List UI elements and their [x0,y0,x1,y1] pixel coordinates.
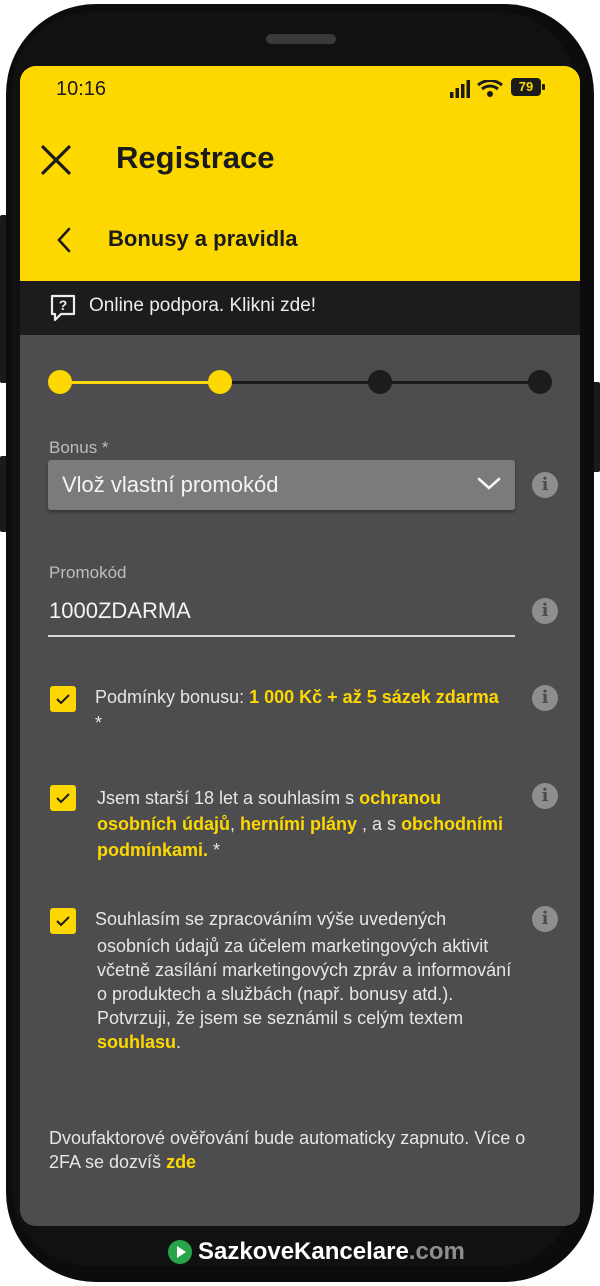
consent-link[interactable]: souhlasu [97,1032,176,1052]
help-bubble-icon: ? [50,294,76,322]
marketing-checkbox[interactable] [50,908,76,934]
marketing-end: . [176,1032,182,1052]
bonus-terms-info-icon[interactable]: i [532,685,558,711]
required-mark: * [95,713,103,733]
page-subtitle: Bonusy a pravidla [108,226,298,251]
twofa-text: Dvoufaktorové ověřování bude automaticky… [49,1128,526,1172]
age-consent-info-icon[interactable]: i [532,783,558,809]
status-time: 10:16 [56,78,107,100]
marketing-confirm: Potvrzuji, že jsem se seznámil s celým t… [97,1008,464,1028]
checkmark-icon [56,694,70,705]
watermark-tld: .com [408,1238,465,1265]
promo-label: Promokód [49,563,127,582]
bonus-info-icon[interactable]: i [532,472,558,498]
marketing-first-line: Souhlasím se zpracováním výše uvedených [95,909,447,929]
watermark-text: SazkoveKancelare.com [198,1238,465,1266]
game-plans-link[interactable]: herními plány [240,814,357,834]
bonus-terms-label: Podmínky bonusu: [95,687,245,707]
bonus-terms-text: Podmínky bonusu: 1 000 Kč + až 5 sázek z… [95,684,505,736]
step-4 [528,370,552,394]
age-consent-label: Jsem starší 18 let a souhlasím s [97,788,360,808]
status-bar: 10:16 79 [20,66,580,112]
step-1 [48,370,72,394]
marketing-info-icon[interactable]: i [532,906,558,932]
bonus-label: Bonus * [49,438,109,457]
battery-indicator: 79 [511,78,545,96]
svg-text:?: ? [59,297,68,313]
online-support-bar[interactable]: ? Online podpora. Klikni zde! [20,281,580,335]
chevron-down-icon [477,477,501,490]
page-title: Registrace [116,140,275,175]
bonus-selected-value: Vlož vlastní promokód [62,472,279,497]
marketing-body: osobních údajů za účelem marketingových … [97,936,512,1004]
play-icon [168,1240,192,1264]
speaker [266,34,336,44]
checkmark-icon [56,916,70,927]
checkmark-icon [56,793,70,804]
age-consent-checkbox[interactable] [50,785,76,811]
close-icon[interactable] [40,144,72,176]
promo-info-icon[interactable]: i [532,598,558,624]
header-area: 10:16 79 Registrace Bonusy a pravidla [20,66,580,281]
watermark-name: SazkoveKancelare [198,1238,409,1265]
step-line-done [60,381,220,384]
promo-code-input[interactable]: 1000ZDARMA [49,598,191,624]
step-2 [208,370,232,394]
back-arrow-icon[interactable] [54,226,74,254]
step-3 [368,370,392,394]
phone-frame: 10:16 79 Registrace Bonusy a pravidla ? … [0,0,600,1286]
app-screen: 10:16 79 Registrace Bonusy a pravidla ? … [20,66,580,1226]
support-link[interactable]: Online podpora. Klikni zde! [89,295,316,317]
bonus-select[interactable]: Vlož vlastní promokód [48,460,515,510]
age-consent-text: Jsem starší 18 let a souhlasím s ochrano… [97,785,517,863]
promo-underline [48,635,515,637]
separator: , [230,814,241,834]
required-mark: * [208,840,221,860]
progress-stepper [48,370,554,396]
signal-wifi-icon [450,80,503,98]
bonus-terms-checkbox[interactable] [50,686,76,712]
bonus-terms-link[interactable]: 1 000 Kč + až 5 sázek zdarma [249,687,499,707]
twofa-notice: Dvoufaktorové ověřování bude automaticky… [49,1126,549,1174]
marketing-text: osobních údajů za účelem marketingových … [97,934,517,1054]
twofa-link[interactable]: zde [166,1152,196,1172]
separator: , a s [357,814,402,834]
